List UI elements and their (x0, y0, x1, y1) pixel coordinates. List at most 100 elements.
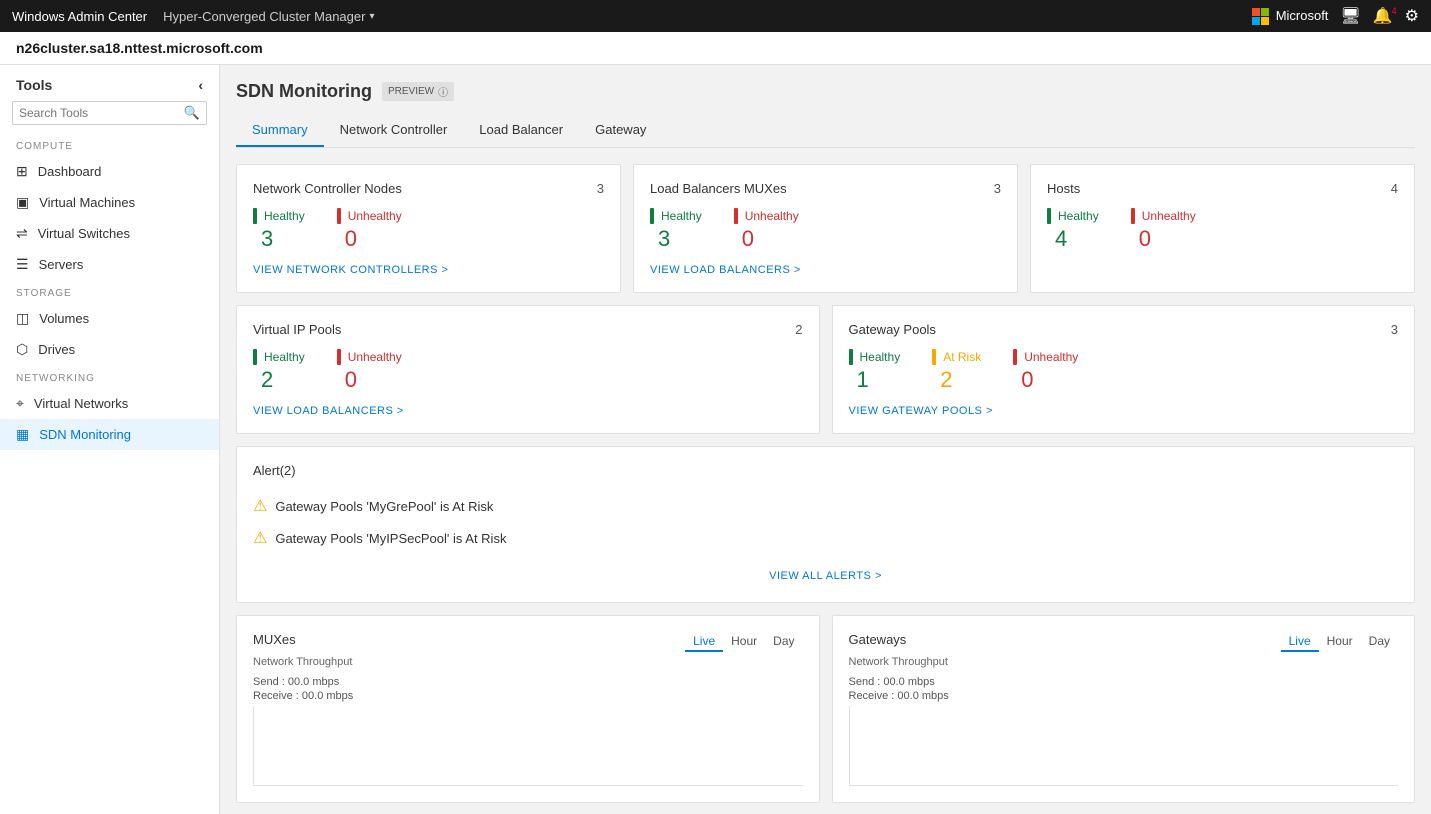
monitor-icon[interactable]: 🖥 (1340, 6, 1360, 26)
sidebar-item-virtual-switches[interactable]: ⇌ Virtual Switches (0, 218, 219, 249)
tab-gateway[interactable]: Gateway (579, 114, 662, 147)
alert-item-0: ⚠ Gateway Pools 'MyGrePool' is At Risk (253, 490, 1398, 522)
card-hosts-header: Hosts 4 (1047, 181, 1398, 196)
chart-gateways-tab-day[interactable]: Day (1361, 632, 1398, 652)
charts-row: MUXes Live Hour Day Network Throughput S… (236, 615, 1415, 803)
settings-icon[interactable]: ⚙ (1405, 6, 1419, 26)
sidebar-section-compute: COMPUTE (0, 133, 219, 156)
chart-gateways-header: Gateways Live Hour Day (849, 632, 1399, 652)
search-input[interactable] (19, 106, 184, 120)
chart-gateways-area (849, 706, 1399, 786)
card-gp-count: 3 (1391, 322, 1398, 337)
card-hosts-title: Hosts (1047, 181, 1080, 196)
vip-healthy-label: Healthy (264, 350, 305, 364)
view-all-alerts-link[interactable]: VIEW ALL ALERTS > (253, 554, 1398, 586)
hosts-healthy-indicator (1047, 208, 1051, 224)
stat-gp-at-risk: At Risk 2 (932, 349, 981, 393)
stat-ncn-unhealthy: Unhealthy 0 (337, 208, 402, 252)
card-network-controller-nodes: Network Controller Nodes 3 Healthy 3 (236, 164, 621, 293)
ms-logo-green (1261, 8, 1269, 16)
sidebar: Tools ‹ 🔍 COMPUTE ⊞ Dashboard ▣ Virtual … (0, 65, 220, 814)
hosts-unhealthy-indicator (1131, 208, 1135, 224)
ncn-link[interactable]: VIEW NETWORK CONTROLLERS > (253, 264, 604, 276)
preview-label: PREVIEW (388, 86, 434, 97)
card-hosts-count: 4 (1391, 181, 1398, 196)
sidebar-label-volumes: Volumes (39, 311, 89, 326)
chart-muxes-send: Send : 00.0 mbps (253, 676, 803, 688)
chart-gateways-tab-hour[interactable]: Hour (1319, 632, 1361, 652)
chart-muxes-tab-hour[interactable]: Hour (723, 632, 765, 652)
lbm-unhealthy-value: 0 (734, 226, 799, 252)
card-gateway-pools: Gateway Pools 3 Healthy 1 At R (832, 305, 1416, 434)
app-name: Windows Admin Center (12, 9, 147, 24)
card-gp-header: Gateway Pools 3 (849, 322, 1399, 337)
stat-vip-unhealthy: Unhealthy 0 (337, 349, 402, 393)
card-ncn-title: Network Controller Nodes (253, 181, 402, 196)
tools-label: Tools (16, 77, 52, 93)
ms-logo-yellow (1261, 17, 1269, 25)
topbar-right: Microsoft 🖥 🔔4 ⚙ (1252, 6, 1419, 26)
sidebar-label-virtual-networks: Virtual Networks (34, 396, 128, 411)
sidebar-label-drives: Drives (38, 342, 75, 357)
tab-load-balancer[interactable]: Load Balancer (463, 114, 579, 147)
lbm-unhealthy-label: Unhealthy (745, 209, 799, 223)
card-hosts-stats: Healthy 4 Unhealthy 0 (1047, 208, 1398, 252)
vip-healthy-value: 2 (253, 367, 305, 393)
card-gp-title: Gateway Pools (849, 322, 936, 337)
sidebar-item-virtual-machines[interactable]: ▣ Virtual Machines (0, 187, 219, 218)
sidebar-item-servers[interactable]: ☰ Servers (0, 249, 219, 280)
gp-link[interactable]: VIEW GATEWAY POOLS > (849, 405, 1399, 417)
vip-link[interactable]: VIEW LOAD BALANCERS > (253, 405, 803, 417)
notification-icon[interactable]: 🔔4 (1373, 6, 1393, 26)
sidebar-label-dashboard: Dashboard (38, 164, 102, 179)
hosts-healthy-value: 4 (1047, 226, 1099, 252)
stat-hosts-healthy: Healthy 4 (1047, 208, 1099, 252)
card-vip-count: 2 (795, 322, 802, 337)
tab-network-controller[interactable]: Network Controller (324, 114, 464, 147)
chart-muxes-tab-day[interactable]: Day (765, 632, 802, 652)
tab-summary[interactable]: Summary (236, 114, 324, 147)
stat-lbm-unhealthy: Unhealthy 0 (734, 208, 799, 252)
chart-muxes: MUXes Live Hour Day Network Throughput S… (236, 615, 820, 803)
chart-muxes-tab-live[interactable]: Live (685, 632, 723, 652)
card-ncn-count: 3 (597, 181, 604, 196)
sidebar-item-sdn-monitoring[interactable]: ▦ SDN Monitoring (0, 419, 219, 450)
ms-logo-blue (1252, 17, 1260, 25)
cluster-manager-chevron[interactable]: ▾ (369, 11, 374, 22)
search-icon: 🔍 (184, 105, 200, 121)
main-content: SDN Monitoring PREVIEW ⓘ Summary Network… (220, 65, 1431, 814)
sidebar-item-drives[interactable]: ⬡ Drives (0, 334, 219, 365)
collapse-icon[interactable]: ‹ (198, 77, 203, 93)
chart-gateways-subtitle: Network Throughput (849, 656, 1399, 668)
gp-healthy-label: Healthy (860, 350, 901, 364)
sdn-monitoring-icon: ▦ (16, 426, 29, 443)
vip-unhealthy-label: Unhealthy (348, 350, 402, 364)
sidebar-item-virtual-networks[interactable]: ⌖ Virtual Networks (0, 388, 219, 419)
vip-unhealthy-indicator (337, 349, 341, 365)
lbm-unhealthy-indicator (734, 208, 738, 224)
chart-gateways-tab-live[interactable]: Live (1281, 632, 1319, 652)
page-header: SDN Monitoring PREVIEW ⓘ (236, 81, 1415, 102)
sidebar-item-volumes[interactable]: ◫ Volumes (0, 303, 219, 334)
preview-info-icon[interactable]: ⓘ (438, 84, 448, 99)
vip-unhealthy-value: 0 (337, 367, 402, 393)
chart-muxes-receive: Receive : 00.0 mbps (253, 690, 803, 702)
cards-row-1: Network Controller Nodes 3 Healthy 3 (236, 164, 1415, 293)
chart-muxes-area (253, 706, 803, 786)
chart-muxes-subtitle: Network Throughput (253, 656, 803, 668)
tab-bar: Summary Network Controller Load Balancer… (236, 114, 1415, 148)
card-load-balancers-muxes: Load Balancers MUXes 3 Healthy 3 (633, 164, 1018, 293)
sidebar-search[interactable]: 🔍 (12, 101, 207, 125)
card-vip-title: Virtual IP Pools (253, 322, 341, 337)
servers-icon: ☰ (16, 256, 29, 273)
card-virtual-ip-pools: Virtual IP Pools 2 Healthy 2 U (236, 305, 820, 434)
hosts-healthy-label: Healthy (1058, 209, 1099, 223)
sidebar-item-dashboard[interactable]: ⊞ Dashboard (0, 156, 219, 187)
lbm-link[interactable]: VIEW LOAD BALANCERS > (650, 264, 1001, 276)
sidebar-label-servers: Servers (39, 257, 84, 272)
gp-healthy-indicator (849, 349, 853, 365)
gp-unhealthy-indicator (1013, 349, 1017, 365)
card-vip-header: Virtual IP Pools 2 (253, 322, 803, 337)
subtitle-bar: n26cluster.sa18.nttest.microsoft.com (0, 32, 1431, 65)
alert-icon-0: ⚠ (253, 496, 267, 516)
